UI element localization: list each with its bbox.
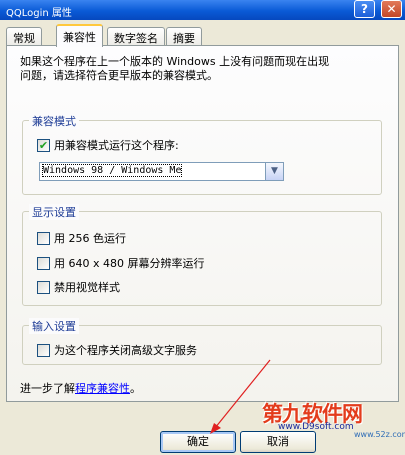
learn-more-prefix: 进一步了解 <box>20 382 75 395</box>
ok-button[interactable]: 确定 <box>160 431 236 453</box>
site-watermark: 第九软件网 www.D9soft.com www.52z.com <box>262 398 405 453</box>
display-settings-group: 显示设置 用 256 色运行 用 640 x 480 屏幕分辨率运行 禁用视觉样… <box>22 204 382 306</box>
checkbox-box[interactable] <box>37 281 50 294</box>
color-256-label: 用 256 色运行 <box>54 232 126 245</box>
chevron-down-icon[interactable]: ▼ <box>266 162 284 181</box>
tab-compatibility[interactable]: 兼容性 <box>56 24 103 47</box>
tab-general[interactable]: 常规 <box>6 27 42 46</box>
watermark-url: www.D9soft.com <box>278 422 354 432</box>
compat-mode-label: 用兼容模式运行这个程序: <box>54 139 179 152</box>
close-button[interactable]: ✕ <box>381 0 402 18</box>
resolution-640-label: 用 640 x 480 屏幕分辨率运行 <box>54 257 205 270</box>
checkbox-box[interactable] <box>37 257 50 270</box>
learn-more-text: 进一步了解程序兼容性。 <box>20 380 141 396</box>
checkmark-icon[interactable]: ✔ <box>37 139 50 152</box>
disable-visual-themes-label: 禁用视觉样式 <box>54 281 120 294</box>
window-title: QQLogin 属性 <box>6 8 72 19</box>
description-text: 如果这个程序在上一个版本的 Windows 上没有问题而现在出现问题，请选择符合… <box>20 55 330 82</box>
input-settings-legend: 输入设置 <box>29 318 79 334</box>
watermark-url-secondary: www.52z.com <box>354 430 405 439</box>
title-bar[interactable]: QQLogin 属性 ? ✕ <box>0 0 405 20</box>
tab-digital-signature[interactable]: 数字签名 <box>107 27 165 46</box>
checkbox-box[interactable] <box>37 232 50 245</box>
compat-os-selected-value: Windows 98 / Windows Me <box>41 164 183 177</box>
program-compatibility-link[interactable]: 程序兼容性 <box>75 382 130 395</box>
input-settings-group: 输入设置 为这个程序关闭高级文字服务 <box>22 318 382 365</box>
checkbox-box[interactable] <box>37 344 50 357</box>
compat-os-select[interactable]: Windows 98 / Windows Me <box>39 162 266 181</box>
display-settings-legend: 显示设置 <box>29 204 79 220</box>
compat-mode-group: 兼容模式 ✔ 用兼容模式运行这个程序: Windows 98 / Windows… <box>22 113 382 195</box>
compat-mode-legend: 兼容模式 <box>29 113 79 129</box>
disable-text-services-label: 为这个程序关闭高级文字服务 <box>54 344 197 357</box>
help-button[interactable]: ? <box>354 0 375 18</box>
tab-summary[interactable]: 摘要 <box>166 27 202 46</box>
learn-more-suffix: 。 <box>130 382 141 395</box>
